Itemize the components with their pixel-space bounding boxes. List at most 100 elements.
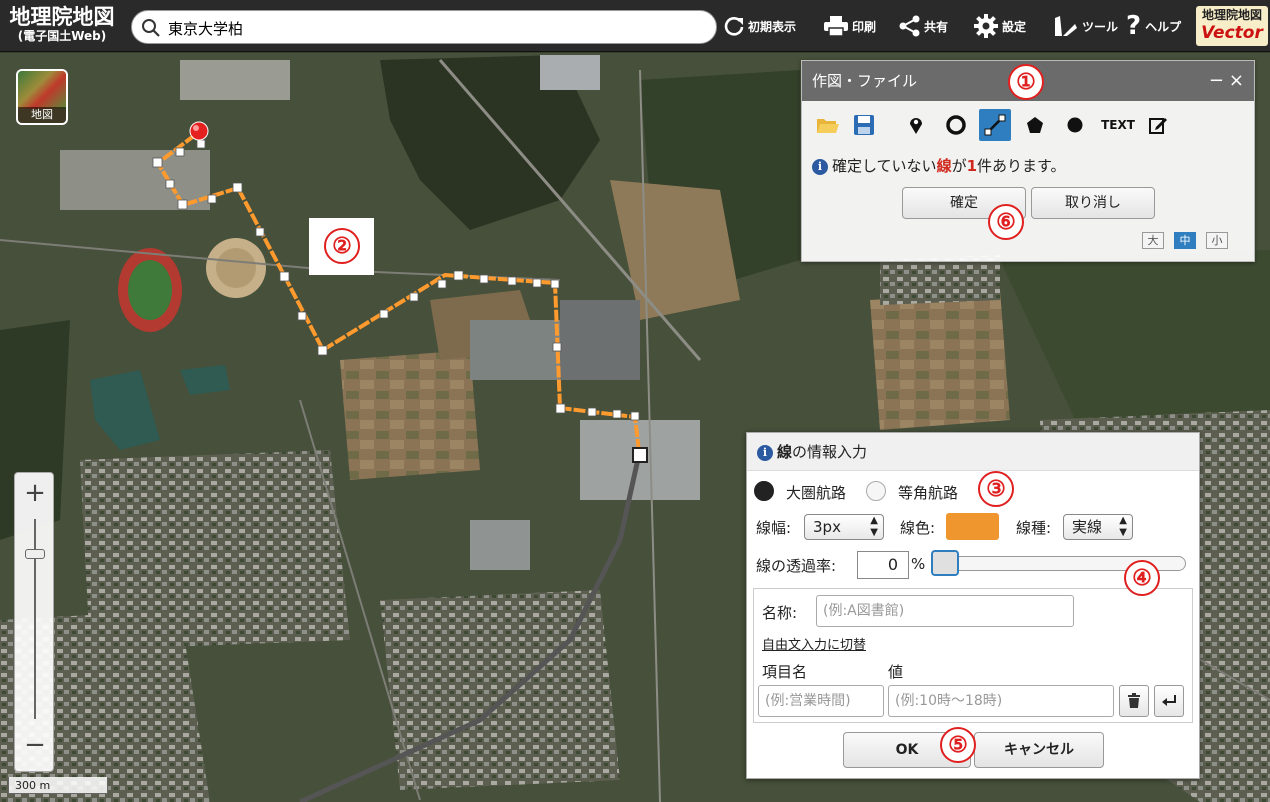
dialog-title-kind: 線 (777, 443, 793, 461)
great-circle-label: 大圏航路 (786, 484, 847, 502)
value-header: 値 (888, 663, 904, 681)
search-icon (142, 19, 160, 37)
opacity-label: 線の透過率: (756, 557, 837, 575)
callout-2: ② (324, 228, 360, 264)
trash-icon (1128, 693, 1140, 708)
free-text-toggle-link[interactable]: 自由文入力に切替 (762, 634, 866, 653)
polygon-icon (1027, 117, 1043, 133)
vector-badge-title: 地理院地図 (1201, 8, 1262, 22)
callout-4: ④ (1124, 560, 1160, 596)
marker-tool-button[interactable] (900, 109, 932, 141)
delete-row-button[interactable] (1119, 685, 1149, 717)
settings-button[interactable]: 設定 (973, 8, 1026, 44)
save-button[interactable] (848, 109, 880, 141)
line-type-label: 線種: (1016, 519, 1052, 537)
unconfirmed-message: i 確定していない線が1件あります。 (812, 155, 1066, 176)
message-pre: 確定していない (832, 157, 937, 175)
message-post: 件あります。 (977, 157, 1066, 175)
item-value-input[interactable]: (例:10時〜18時) (888, 685, 1114, 717)
save-icon (854, 115, 874, 135)
select-arrows-icon: ▲ ▼ (870, 515, 878, 538)
line-type-value: 実線 (1072, 518, 1103, 536)
zoom-control: + − (14, 472, 54, 772)
help-label: ヘルプ (1145, 19, 1182, 34)
name-input[interactable]: (例:A図書館) (816, 595, 1074, 627)
info-icon: i (812, 159, 828, 175)
help-icon: ? (1126, 11, 1142, 41)
open-file-icon (817, 119, 839, 133)
edit-tool-button[interactable] (1142, 109, 1174, 141)
edit-icon (1149, 118, 1167, 134)
enter-icon (1162, 695, 1176, 706)
item-name-header: 項目名 (762, 663, 808, 681)
scale-bar: 300 m (8, 777, 108, 794)
tool-icon (1055, 16, 1077, 36)
message-kind: 線 (936, 157, 952, 175)
circle-tool-button[interactable] (940, 109, 972, 141)
line-width-select[interactable]: 3px ▲ ▼ (804, 514, 884, 540)
gear-icon (974, 14, 998, 38)
logo-subtitle: (電子国土Web) (17, 29, 107, 43)
zoom-out-button[interactable]: − (15, 725, 55, 765)
message-mid: が (951, 157, 967, 175)
draw-panel-title: 作図・ファイル (812, 72, 918, 90)
select-arrows-icon: ▲ ▼ (1119, 515, 1127, 538)
circle-icon (946, 115, 966, 135)
opacity-unit: % (911, 555, 926, 573)
line-width-label: 線幅: (756, 519, 792, 537)
close-button[interactable]: × (1229, 61, 1244, 101)
print-icon (824, 16, 848, 37)
marker-icon (910, 118, 922, 134)
line-color-label: 線色: (900, 519, 936, 537)
size-large-button[interactable]: 大 (1142, 232, 1164, 249)
dialog-cancel-button[interactable]: キャンセル (974, 732, 1104, 768)
zoom-slider-handle[interactable] (25, 549, 45, 559)
refresh-icon (724, 17, 744, 36)
opacity-input[interactable]: 0 (857, 551, 909, 579)
opacity-slider-thumb[interactable] (931, 550, 959, 576)
item-name-input[interactable]: (例:営業時間) (758, 685, 884, 717)
add-row-button[interactable] (1154, 685, 1184, 717)
polygon-tool-button[interactable] (1019, 109, 1051, 141)
app-logo[interactable]: 地理院地図 (電子国土Web) (6, 5, 118, 49)
cancel-drawing-button[interactable]: 取り消し (1031, 187, 1155, 219)
vector-badge-label: Vector (1201, 23, 1263, 43)
minimize-button[interactable]: − (1209, 61, 1224, 101)
open-file-button[interactable] (812, 109, 844, 141)
callout-6: ⑥ (988, 204, 1024, 240)
print-label: 印刷 (852, 19, 877, 34)
share-icon (899, 15, 920, 37)
settings-label: 設定 (1002, 19, 1027, 34)
text-icon: TEXT (1101, 118, 1135, 132)
info-icon: i (757, 445, 773, 461)
vector-badge[interactable]: 地理院地図 Vector (1196, 6, 1268, 46)
size-small-button[interactable]: 小 (1206, 232, 1228, 249)
tools-button[interactable]: ツール (1053, 8, 1118, 44)
line-color-swatch[interactable] (946, 513, 999, 540)
line-tool-button[interactable] (979, 109, 1011, 141)
line-type-select[interactable]: 実線 ▲ ▼ (1063, 514, 1133, 540)
share-label: 共有 (924, 19, 949, 34)
callout-3: ③ (978, 471, 1014, 507)
reset-view-button[interactable]: 初期表示 (723, 8, 796, 44)
dot-tool-button[interactable] (1059, 109, 1091, 141)
layer-label: 地図 (18, 107, 66, 123)
search-box[interactable] (131, 10, 717, 44)
map-layer-button[interactable]: 地図 (16, 69, 68, 125)
callout-1: ① (1008, 64, 1044, 100)
help-button[interactable]: ? ヘルプ (1126, 8, 1181, 44)
dot-icon (1067, 117, 1083, 133)
size-medium-button[interactable]: 中 (1174, 232, 1196, 249)
line-icon (984, 114, 1006, 136)
zoom-in-button[interactable]: + (15, 473, 55, 513)
great-circle-radio[interactable] (754, 481, 774, 501)
reset-view-label: 初期表示 (748, 19, 797, 34)
message-count: 1 (966, 157, 978, 175)
rhumb-line-radio[interactable] (866, 481, 886, 501)
search-input[interactable] (168, 15, 708, 41)
text-tool-button[interactable]: TEXT (1098, 109, 1138, 141)
print-button[interactable]: 印刷 (823, 8, 876, 44)
layer-thumbnail (18, 71, 66, 109)
name-label: 名称: (762, 604, 798, 622)
share-button[interactable]: 共有 (899, 8, 948, 44)
